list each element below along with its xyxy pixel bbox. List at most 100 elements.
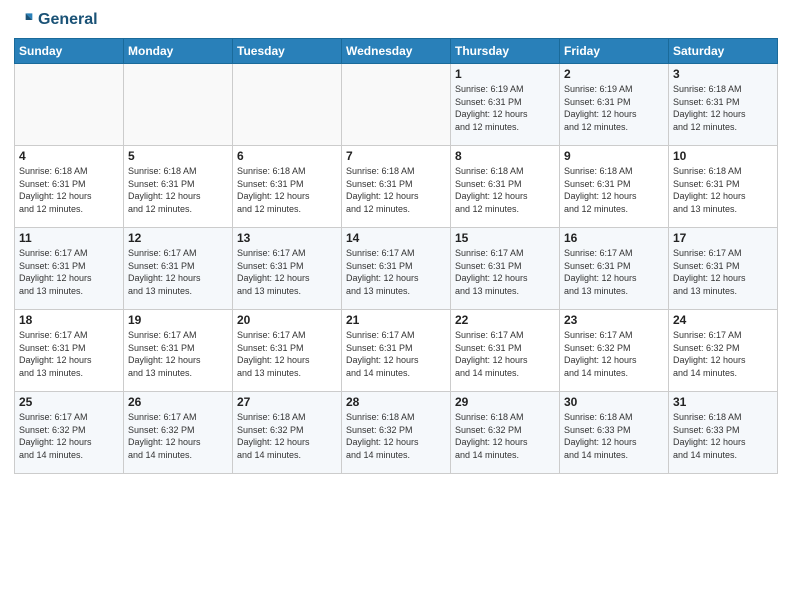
calendar-table: SundayMondayTuesdayWednesdayThursdayFrid…: [14, 38, 778, 474]
day-number: 19: [128, 313, 228, 327]
day-number: 2: [564, 67, 664, 81]
day-info: Sunrise: 6:18 AM Sunset: 6:31 PM Dayligh…: [128, 165, 228, 215]
calendar-cell: 23 Sunrise: 6:17 AM Sunset: 6:32 PM Dayli…: [560, 310, 669, 392]
day-number: 13: [237, 231, 337, 245]
calendar-cell: 25 Sunrise: 6:17 AM Sunset: 6:32 PM Dayli…: [15, 392, 124, 474]
calendar-cell: 13 Sunrise: 6:17 AM Sunset: 6:31 PM Dayli…: [233, 228, 342, 310]
weekday-header: Sunday: [15, 39, 124, 64]
calendar-cell: [15, 64, 124, 146]
day-info: Sunrise: 6:17 AM Sunset: 6:32 PM Dayligh…: [564, 329, 664, 379]
day-info: Sunrise: 6:17 AM Sunset: 6:31 PM Dayligh…: [564, 247, 664, 297]
day-info: Sunrise: 6:17 AM Sunset: 6:31 PM Dayligh…: [237, 247, 337, 297]
calendar-cell: 28 Sunrise: 6:18 AM Sunset: 6:32 PM Dayli…: [342, 392, 451, 474]
day-info: Sunrise: 6:18 AM Sunset: 6:32 PM Dayligh…: [237, 411, 337, 461]
calendar-cell: 29Sunrise: 6:18 AM Sunset: 6:32 PM Dayli…: [451, 392, 560, 474]
calendar-cell: 19 Sunrise: 6:17 AM Sunset: 6:31 PM Dayli…: [124, 310, 233, 392]
day-info: Sunrise: 6:18 AM Sunset: 6:31 PM Dayligh…: [455, 165, 555, 215]
calendar-week-row: 4 Sunrise: 6:18 AM Sunset: 6:31 PM Daylig…: [15, 146, 778, 228]
day-info: Sunrise: 6:18 AM Sunset: 6:31 PM Dayligh…: [673, 83, 773, 133]
calendar-week-row: 18 Sunrise: 6:17 AM Sunset: 6:31 PM Dayli…: [15, 310, 778, 392]
day-info: Sunrise: 6:17 AM Sunset: 6:31 PM Dayligh…: [19, 247, 119, 297]
day-number: 9: [564, 149, 664, 163]
day-info: Sunrise: 6:17 AM Sunset: 6:31 PM Dayligh…: [673, 247, 773, 297]
day-number: 16: [564, 231, 664, 245]
day-number: 25: [19, 395, 119, 409]
day-number: 28: [346, 395, 446, 409]
day-number: 20: [237, 313, 337, 327]
day-info: Sunrise: 6:18 AM Sunset: 6:31 PM Dayligh…: [237, 165, 337, 215]
day-info: Sunrise: 6:17 AM Sunset: 6:31 PM Dayligh…: [346, 329, 446, 379]
day-number: 8: [455, 149, 555, 163]
day-number: 18: [19, 313, 119, 327]
day-info: Sunrise: 6:18 AM Sunset: 6:32 PM Dayligh…: [346, 411, 446, 461]
day-info: Sunrise: 6:17 AM Sunset: 6:32 PM Dayligh…: [19, 411, 119, 461]
calendar-cell: 7 Sunrise: 6:18 AM Sunset: 6:31 PM Daylig…: [342, 146, 451, 228]
day-info: Sunrise: 6:17 AM Sunset: 6:31 PM Dayligh…: [346, 247, 446, 297]
day-number: 15: [455, 231, 555, 245]
day-info: Sunrise: 6:17 AM Sunset: 6:31 PM Dayligh…: [455, 247, 555, 297]
day-info: Sunrise: 6:17 AM Sunset: 6:31 PM Dayligh…: [128, 329, 228, 379]
calendar-cell: 27 Sunrise: 6:18 AM Sunset: 6:32 PM Dayli…: [233, 392, 342, 474]
day-info: Sunrise: 6:18 AM Sunset: 6:33 PM Dayligh…: [564, 411, 664, 461]
day-info: Sunrise: 6:17 AM Sunset: 6:31 PM Dayligh…: [19, 329, 119, 379]
day-number: 24: [673, 313, 773, 327]
day-number: 4: [19, 149, 119, 163]
day-info: Sunrise: 6:18 AM Sunset: 6:31 PM Dayligh…: [564, 165, 664, 215]
page: General SundayMondayTuesdayWednesdayThur…: [0, 0, 792, 612]
day-number: 17: [673, 231, 773, 245]
calendar-cell: [342, 64, 451, 146]
weekday-header: Friday: [560, 39, 669, 64]
calendar-cell: 6 Sunrise: 6:18 AM Sunset: 6:31 PM Daylig…: [233, 146, 342, 228]
day-number: 10: [673, 149, 773, 163]
calendar-cell: 30 Sunrise: 6:18 AM Sunset: 6:33 PM Dayli…: [560, 392, 669, 474]
calendar-cell: 5 Sunrise: 6:18 AM Sunset: 6:31 PM Daylig…: [124, 146, 233, 228]
day-info: Sunrise: 6:18 AM Sunset: 6:31 PM Dayligh…: [346, 165, 446, 215]
day-info: Sunrise: 6:18 AM Sunset: 6:33 PM Dayligh…: [673, 411, 773, 461]
calendar-cell: [233, 64, 342, 146]
weekday-header: Wednesday: [342, 39, 451, 64]
day-number: 7: [346, 149, 446, 163]
day-number: 22: [455, 313, 555, 327]
day-info: Sunrise: 6:18 AM Sunset: 6:31 PM Dayligh…: [673, 165, 773, 215]
day-number: 23: [564, 313, 664, 327]
calendar-cell: 18 Sunrise: 6:17 AM Sunset: 6:31 PM Dayli…: [15, 310, 124, 392]
calendar-week-row: 25 Sunrise: 6:17 AM Sunset: 6:32 PM Dayli…: [15, 392, 778, 474]
day-info: Sunrise: 6:18 AM Sunset: 6:32 PM Dayligh…: [455, 411, 555, 461]
day-number: 26: [128, 395, 228, 409]
day-number: 5: [128, 149, 228, 163]
day-number: 11: [19, 231, 119, 245]
day-info: Sunrise: 6:17 AM Sunset: 6:31 PM Dayligh…: [455, 329, 555, 379]
day-number: 1: [455, 67, 555, 81]
header: General: [14, 10, 778, 30]
day-number: 21: [346, 313, 446, 327]
calendar-header-row: SundayMondayTuesdayWednesdayThursdayFrid…: [15, 39, 778, 64]
day-number: 3: [673, 67, 773, 81]
calendar-cell: 12Sunrise: 6:17 AM Sunset: 6:31 PM Dayli…: [124, 228, 233, 310]
calendar-cell: 10 Sunrise: 6:18 AM Sunset: 6:31 PM Dayli…: [669, 146, 778, 228]
day-number: 27: [237, 395, 337, 409]
logo-icon: [14, 10, 34, 30]
day-number: 6: [237, 149, 337, 163]
calendar-cell: 20Sunrise: 6:17 AM Sunset: 6:31 PM Dayli…: [233, 310, 342, 392]
weekday-header: Tuesday: [233, 39, 342, 64]
calendar-cell: 1 Sunrise: 6:19 AM Sunset: 6:31 PM Daylig…: [451, 64, 560, 146]
calendar-cell: 24Sunrise: 6:17 AM Sunset: 6:32 PM Dayli…: [669, 310, 778, 392]
day-info: Sunrise: 6:19 AM Sunset: 6:31 PM Dayligh…: [564, 83, 664, 133]
day-info: Sunrise: 6:19 AM Sunset: 6:31 PM Dayligh…: [455, 83, 555, 133]
calendar-cell: 11 Sunrise: 6:17 AM Sunset: 6:31 PM Dayli…: [15, 228, 124, 310]
calendar-cell: 16 Sunrise: 6:17 AM Sunset: 6:31 PM Dayli…: [560, 228, 669, 310]
weekday-header: Saturday: [669, 39, 778, 64]
day-info: Sunrise: 6:17 AM Sunset: 6:32 PM Dayligh…: [128, 411, 228, 461]
calendar-cell: 22 Sunrise: 6:17 AM Sunset: 6:31 PM Dayli…: [451, 310, 560, 392]
day-number: 12: [128, 231, 228, 245]
calendar-cell: 2 Sunrise: 6:19 AM Sunset: 6:31 PM Daylig…: [560, 64, 669, 146]
day-number: 31: [673, 395, 773, 409]
weekday-header: Monday: [124, 39, 233, 64]
day-number: 14: [346, 231, 446, 245]
calendar-cell: 8 Sunrise: 6:18 AM Sunset: 6:31 PM Daylig…: [451, 146, 560, 228]
logo: General: [14, 10, 98, 30]
calendar-cell: 14 Sunrise: 6:17 AM Sunset: 6:31 PM Dayli…: [342, 228, 451, 310]
calendar-cell: 26 Sunrise: 6:17 AM Sunset: 6:32 PM Dayli…: [124, 392, 233, 474]
day-number: 30: [564, 395, 664, 409]
day-info: Sunrise: 6:18 AM Sunset: 6:31 PM Dayligh…: [19, 165, 119, 215]
